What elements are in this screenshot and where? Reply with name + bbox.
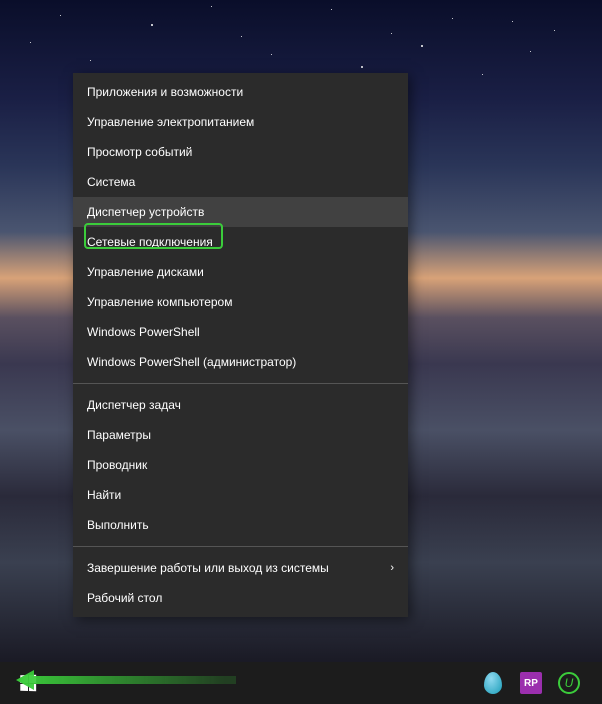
menu-section-2: Диспетчер задач Параметры Проводник Найт… bbox=[73, 386, 408, 544]
menu-item-system[interactable]: Система bbox=[73, 167, 408, 197]
menu-item-label: Проводник bbox=[87, 458, 147, 472]
start-button[interactable] bbox=[8, 662, 48, 704]
menu-item-label: Завершение работы или выход из системы bbox=[87, 561, 329, 575]
menu-item-label: Windows PowerShell bbox=[87, 325, 200, 339]
egg-icon bbox=[484, 672, 502, 694]
menu-item-label: Управление компьютером bbox=[87, 295, 232, 309]
menu-item-power-options[interactable]: Управление электропитанием bbox=[73, 107, 408, 137]
menu-item-search[interactable]: Найти bbox=[73, 480, 408, 510]
u-circle-icon: U bbox=[558, 672, 580, 694]
menu-item-label: Windows PowerShell (администратор) bbox=[87, 355, 296, 369]
menu-item-label: Приложения и возможности bbox=[87, 85, 243, 99]
menu-item-shutdown-signout[interactable]: Завершение работы или выход из системы › bbox=[73, 553, 408, 583]
menu-item-label: Диспетчер задач bbox=[87, 398, 181, 412]
menu-item-powershell[interactable]: Windows PowerShell bbox=[73, 317, 408, 347]
menu-item-label: Сетевые подключения bbox=[87, 235, 213, 249]
menu-item-label: Управление электропитанием bbox=[87, 115, 254, 129]
menu-item-task-manager[interactable]: Диспетчер задач bbox=[73, 390, 408, 420]
menu-item-apps-features[interactable]: Приложения и возможности bbox=[73, 77, 408, 107]
menu-divider bbox=[73, 546, 408, 547]
menu-item-computer-management[interactable]: Управление компьютером bbox=[73, 287, 408, 317]
menu-section-3: Завершение работы или выход из системы ›… bbox=[73, 549, 408, 617]
menu-item-label: Параметры bbox=[87, 428, 151, 442]
windows-logo-icon bbox=[20, 675, 36, 691]
system-tray: RP U bbox=[480, 662, 582, 704]
tray-icon-eset[interactable] bbox=[480, 670, 506, 696]
menu-item-label: Система bbox=[87, 175, 135, 189]
menu-item-desktop[interactable]: Рабочий стол bbox=[73, 583, 408, 613]
chevron-right-icon: › bbox=[390, 562, 394, 574]
menu-item-label: Управление дисками bbox=[87, 265, 204, 279]
tray-icon-utorrent[interactable]: U bbox=[556, 670, 582, 696]
menu-item-label: Выполнить bbox=[87, 518, 149, 532]
menu-item-label: Просмотр событий bbox=[87, 145, 192, 159]
menu-item-settings[interactable]: Параметры bbox=[73, 420, 408, 450]
menu-divider bbox=[73, 383, 408, 384]
menu-item-run[interactable]: Выполнить bbox=[73, 510, 408, 540]
menu-item-label: Найти bbox=[87, 488, 121, 502]
winx-context-menu: Приложения и возможности Управление элек… bbox=[73, 73, 408, 617]
menu-section-1: Приложения и возможности Управление элек… bbox=[73, 73, 408, 381]
menu-item-event-viewer[interactable]: Просмотр событий bbox=[73, 137, 408, 167]
menu-item-label: Диспетчер устройств bbox=[87, 205, 204, 219]
menu-item-powershell-admin[interactable]: Windows PowerShell (администратор) bbox=[73, 347, 408, 377]
menu-item-label: Рабочий стол bbox=[87, 591, 162, 605]
menu-item-disk-management[interactable]: Управление дисками bbox=[73, 257, 408, 287]
menu-item-network-connections[interactable]: Сетевые подключения bbox=[73, 227, 408, 257]
taskbar: RP U bbox=[0, 662, 602, 704]
menu-item-device-manager[interactable]: Диспетчер устройств bbox=[73, 197, 408, 227]
rp-badge-icon: RP bbox=[520, 672, 542, 694]
menu-item-file-explorer[interactable]: Проводник bbox=[73, 450, 408, 480]
tray-icon-rp[interactable]: RP bbox=[518, 670, 544, 696]
